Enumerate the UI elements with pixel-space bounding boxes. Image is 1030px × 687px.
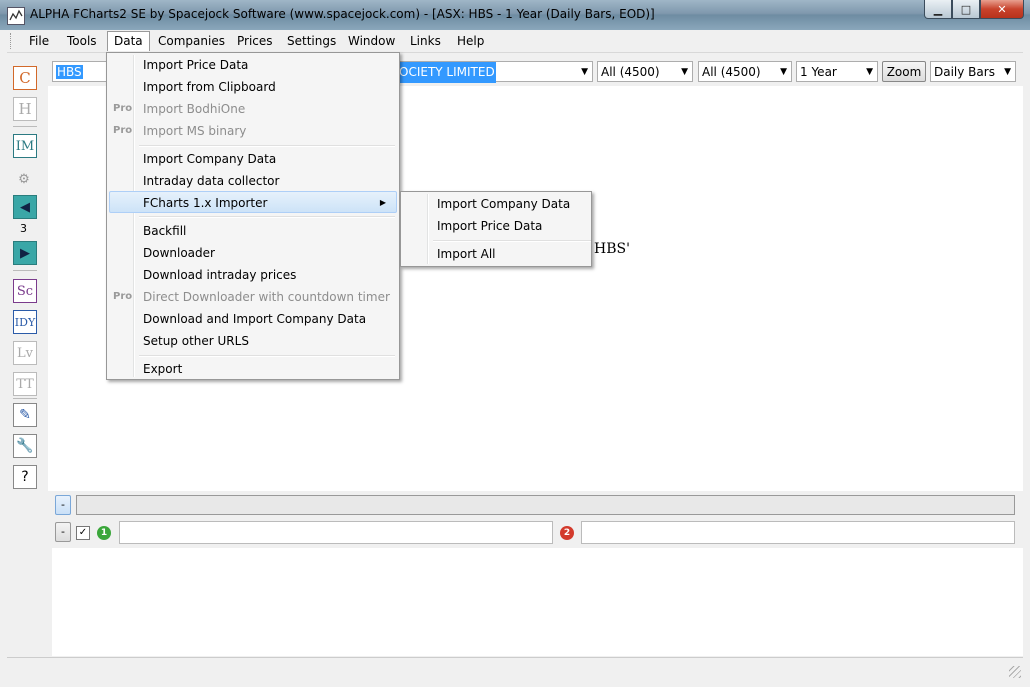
chart-message: HBS' <box>594 241 630 257</box>
bars-value: Daily Bars <box>934 65 995 79</box>
menu-item-import-ms-binary: Pro Import MS binary <box>113 124 247 138</box>
input-field-1[interactable] <box>119 521 553 544</box>
filter-combo-1[interactable]: All (4500) ▼ <box>597 61 693 82</box>
menu-item-direct-downloader: Pro Direct Downloader with countdown time… <box>113 290 390 304</box>
chevron-down-icon: ▼ <box>866 67 873 77</box>
chevron-down-icon: ▼ <box>780 67 787 77</box>
collapse-button-2[interactable]: - <box>55 522 71 542</box>
lower-panel <box>52 548 1023 656</box>
menu-item-download-import-company[interactable]: Download and Import Company Data <box>109 308 397 330</box>
menu-bar: File Tools Data Companies Prices Setting… <box>7 30 1023 53</box>
page-number: 3 <box>20 222 27 235</box>
app-icon[interactable] <box>7 7 25 25</box>
wrench-icon[interactable]: 🔧 <box>13 434 37 458</box>
pen-icon[interactable]: ✎ <box>13 403 37 427</box>
menu-grip <box>10 33 14 49</box>
menu-item-download-intraday[interactable]: Download intraday prices <box>109 264 397 286</box>
previous-page-icon[interactable]: ◀ <box>13 195 37 219</box>
filter-2-value: All (4500) <box>702 65 761 79</box>
menu-item-export[interactable]: Export <box>109 358 397 380</box>
help-button[interactable]: ? <box>13 465 37 489</box>
filter-combo-2[interactable]: All (4500) ▼ <box>698 61 792 82</box>
bars-combo[interactable]: Daily Bars ▼ <box>930 61 1016 82</box>
zoom-button[interactable]: Zoom <box>882 61 926 82</box>
menu-item-setup-urls[interactable]: Setup other URLS <box>109 330 397 352</box>
menu-file[interactable]: File <box>23 32 55 50</box>
chevron-down-icon: ▼ <box>1004 67 1011 77</box>
import-button[interactable]: IM <box>13 134 37 158</box>
ticker-selection: HBS <box>56 65 83 79</box>
intraday-button[interactable]: IDY <box>13 310 37 334</box>
scan-button[interactable]: Sc <box>13 279 37 303</box>
app-window: ALPHA FCharts2 SE by Spacejock Software … <box>0 0 1030 687</box>
candle-chart-button[interactable]: C <box>13 66 37 90</box>
menu-settings[interactable]: Settings <box>281 32 342 50</box>
fcharts-importer-submenu: Import Company Data Import Price Data Im… <box>400 191 592 267</box>
status-bar <box>7 657 1023 680</box>
menu-item-backfill[interactable]: Backfill <box>109 220 397 242</box>
marker-1-icon: 1 <box>97 526 111 540</box>
period-combo[interactable]: 1 Year ▼ <box>796 61 878 82</box>
menu-item-intraday-collector[interactable]: Intraday data collector <box>109 170 397 192</box>
menu-window[interactable]: Window <box>342 32 401 50</box>
submenu-import-price-data[interactable]: Import Price Data <box>403 215 589 237</box>
menu-item-fcharts-importer[interactable]: FCharts 1.x Importer ▶ <box>109 191 397 213</box>
marker-2-icon: 2 <box>560 526 574 540</box>
enable-checkbox[interactable]: ✓ <box>76 526 90 540</box>
menu-data[interactable]: Data <box>107 31 150 51</box>
left-toolbar: C H IM ⚙ ◀ 3 ▶ Sc IDY Lv TT ✎ 🔧 ? <box>7 58 43 493</box>
text-button[interactable]: TT <box>13 372 37 396</box>
chevron-down-icon: ▼ <box>581 67 588 77</box>
data-menu: Import Price Data Import from Clipboard … <box>106 52 400 380</box>
submenu-arrow-icon: ▶ <box>379 198 386 207</box>
input-field-2[interactable] <box>581 521 1015 544</box>
submenu-import-company-data[interactable]: Import Company Data <box>403 193 589 215</box>
settings-gear-icon[interactable]: ⚙ <box>13 168 35 190</box>
resize-grip[interactable] <box>1009 666 1021 678</box>
submenu-import-all[interactable]: Import All <box>403 243 589 265</box>
menu-item-import-price-data[interactable]: Import Price Data <box>109 54 397 76</box>
menu-companies[interactable]: Companies <box>152 32 231 50</box>
menu-tools[interactable]: Tools <box>61 32 103 50</box>
close-button[interactable]: ✕ <box>980 0 1024 19</box>
hlc-chart-button[interactable]: H <box>13 97 37 121</box>
menu-item-import-company-data[interactable]: Import Company Data <box>109 148 397 170</box>
title-bar[interactable]: ALPHA FCharts2 SE by Spacejock Software … <box>0 0 1030 30</box>
chevron-down-icon: ▼ <box>681 67 688 77</box>
filter-1-value: All (4500) <box>601 65 660 79</box>
period-value: 1 Year <box>800 65 837 79</box>
next-page-icon[interactable]: ▶ <box>13 241 37 265</box>
level-button[interactable]: Lv <box>13 341 37 365</box>
window-title: ALPHA FCharts2 SE by Spacejock Software … <box>30 7 655 21</box>
menu-links[interactable]: Links <box>404 32 447 50</box>
menu-item-import-clipboard[interactable]: Import from Clipboard <box>109 76 397 98</box>
progress-bar <box>76 495 1015 515</box>
menu-item-import-bodhione: Pro Import BodhiOne <box>113 102 246 116</box>
collapse-button-1[interactable]: - <box>55 495 71 515</box>
menu-item-downloader[interactable]: Downloader <box>109 242 397 264</box>
maximize-button[interactable]: □ <box>952 0 980 19</box>
minimize-button[interactable]: ▁ <box>924 0 952 19</box>
menu-prices[interactable]: Prices <box>231 32 279 50</box>
company-name: OCIETY LIMITED <box>398 62 496 83</box>
menu-help[interactable]: Help <box>451 32 490 50</box>
